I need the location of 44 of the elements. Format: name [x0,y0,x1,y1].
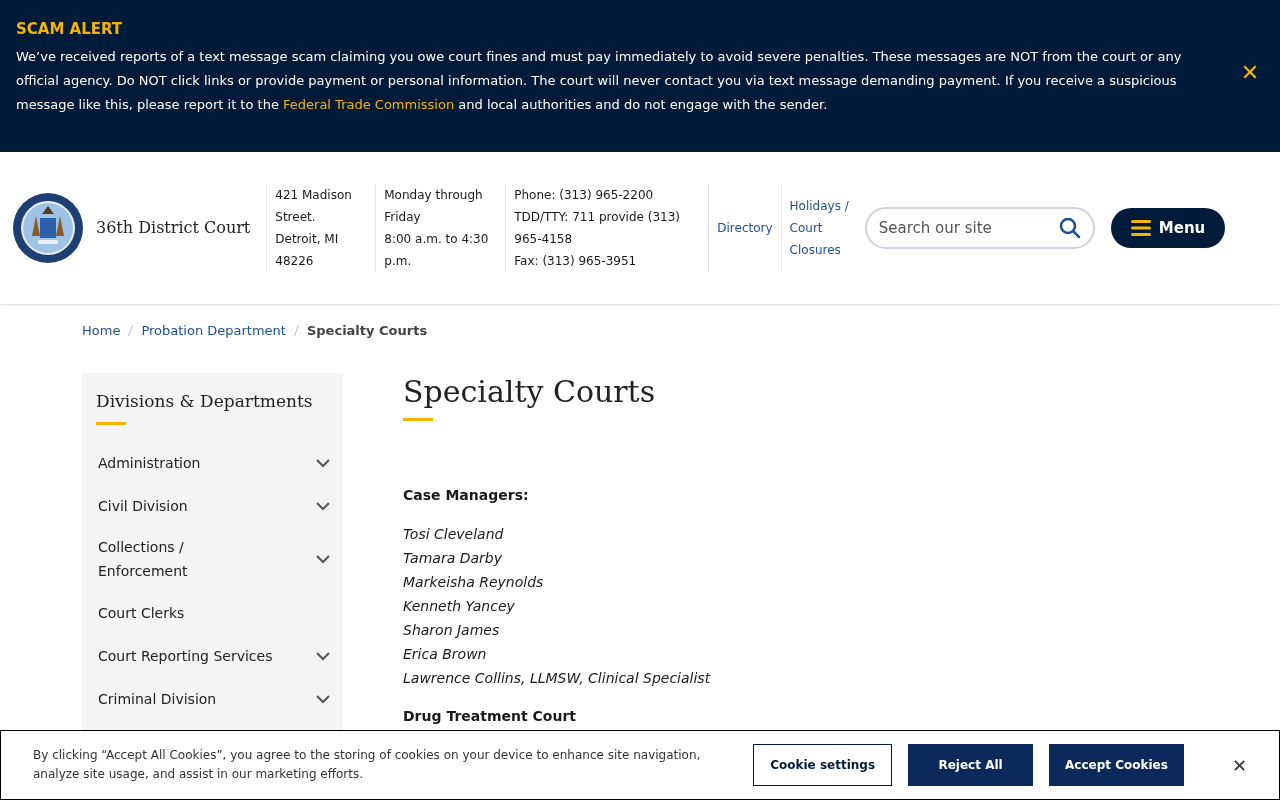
alert-message: We’ve received reports of a text message scam claiming you owe court fines and must pay immediately to avoid severe penalties. These messages are NOT from the court or any official agency. Do NOT click links or provide payment or personal information. The court will never contact you via text message demanding payment. If you receive a suspicious message like this, please report it to the Federal Trade Commission and local authorities and do not engage with the sender. [16,47,1183,114]
case-manager-list: Tosi Cleveland Tamara Darby Markeisha Reynolds Kenneth Yancey Sharon James Erica Brown Lawrence Collins, LLMSW, Clinical Specialist [403,522,1280,690]
menu-icon [1130,220,1151,236]
cookie-button[interactable]: Accept Cookies [1049,744,1184,786]
alert-title: SCAM ALERT [16,19,124,40]
site-name[interactable]: 36th District Court [96,216,251,240]
chevron-down-icon[interactable] [315,500,331,511]
chevron-down-icon[interactable] [315,457,331,468]
close-button[interactable]: ✕ [1236,59,1264,87]
sidebar-item[interactable]: Collections / Enforcement [98,535,188,583]
sidebar-item[interactable]: Civil Division [98,493,188,518]
sidebar-title: Divisions & Departments [96,389,314,413]
breadcrumb-separator [293,325,299,337]
breadcrumb-separator [128,325,134,337]
search-input[interactable]: Search our site [878,216,1059,240]
content-heading: Drug Treatment Court [403,707,577,726]
search-field[interactable]: Search our site [864,207,1095,249]
menu-button[interactable]: Menu [1110,208,1226,248]
header-link[interactable]: Holidays / Court Closures [789,195,849,261]
cookie-notice: By clicking “Accept All Cookies”, you agree to the storing of cookies on your device to enhance site navigation, analyze site usage, and assist in our marketing efforts. [33,747,702,783]
chevron-down-icon[interactable] [315,650,331,661]
breadcrumb-link[interactable]: Probation Department [141,321,286,341]
title-underline [403,418,433,421]
contact-info: 421 Madison Street. Detroit, MI 48226 [275,187,353,270]
cookie-button[interactable]: Cookie settings [753,744,893,786]
sidebar-item[interactable]: Administration [98,450,201,475]
current-page: Specialty Courts [306,322,428,340]
sidebar-item[interactable]: Criminal Division [98,686,217,711]
chevron-down-icon[interactable] [315,693,331,704]
close-button[interactable]: ✕ [1231,751,1247,779]
chevron-down-icon[interactable] [315,554,331,564]
page-title: Specialty Courts [403,372,657,410]
title-underline [96,422,126,425]
sidebar-item[interactable]: Court Clerks [98,600,185,625]
contact-info: Monday through Friday 8:00 a.m. to 4:30 p.m. [384,187,490,270]
ftc-link[interactable]: Federal Trade Commission [283,96,455,112]
content-heading: Case Managers: [403,486,530,505]
seal-drawing [12,192,84,264]
header-link[interactable]: Directory [717,217,773,239]
search-icon[interactable] [1058,217,1081,239]
contact-info: Phone: (313) 965-2200 TDD/TTY: 711 provide (313) 965-4158 Fax: (313) 965-3951 [514,187,682,270]
cookie-button[interactable]: Reject All [908,744,1034,786]
sidebar-item[interactable]: Court Reporting Services [98,643,273,668]
breadcrumb-link[interactable]: Home [82,321,121,341]
